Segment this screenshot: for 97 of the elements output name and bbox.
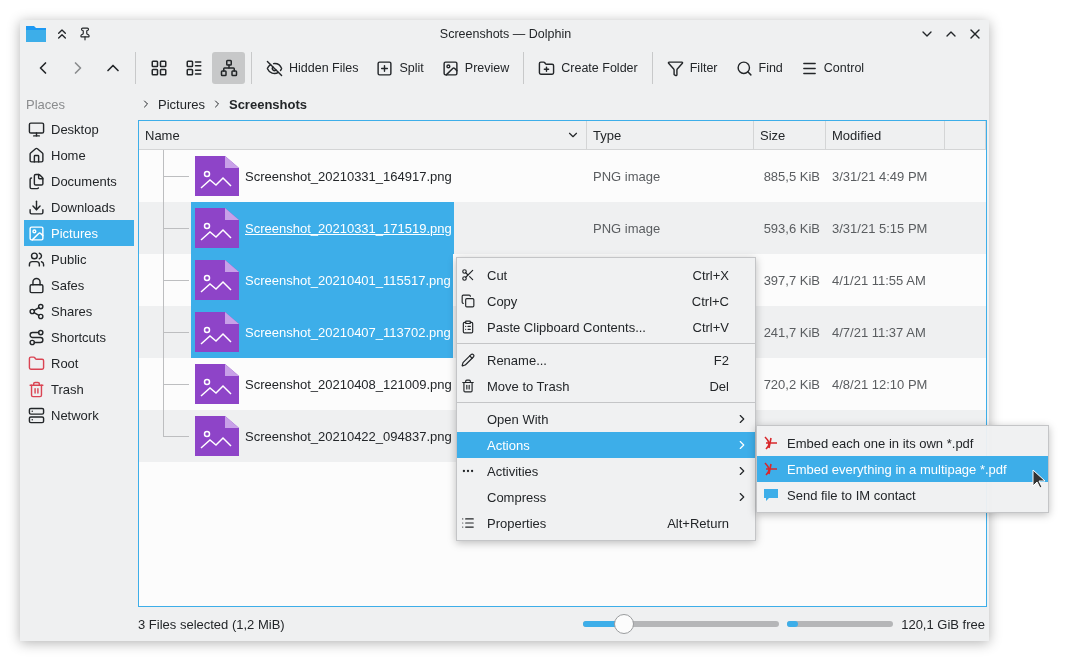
pin-button[interactable] [78, 27, 92, 41]
column-header[interactable]: Size [754, 121, 826, 149]
pdf-icon [763, 435, 779, 451]
menu-item-icon [461, 268, 475, 282]
image-icon [441, 59, 459, 77]
menu-item[interactable]: Open With [457, 406, 755, 432]
type-cell-text: PNG image [592, 167, 662, 186]
places-item[interactable]: Shortcuts [24, 324, 134, 350]
places-item[interactable]: Safes [24, 272, 134, 298]
pin-icon [78, 27, 92, 41]
modified-cell-text: 4/7/21 11:37 AM [831, 323, 927, 342]
monitor-icon [28, 120, 45, 138]
modified-cell-text: 3/31/21 5:15 PM [831, 219, 929, 238]
zoom-slider[interactable] [583, 614, 780, 634]
home-icon [28, 146, 45, 164]
network-icon [28, 406, 45, 424]
view-mode-icon [149, 59, 168, 77]
free-space-text: 120,1 GiB free [901, 616, 985, 632]
new-folder-icon [538, 59, 556, 77]
type-cell-text: PNG image [592, 219, 662, 238]
places-item[interactable]: Root [24, 350, 134, 376]
folder-icon [26, 26, 46, 42]
column-header[interactable]: Type [587, 121, 754, 149]
window-title: Screenshots — Dolphin [438, 27, 573, 41]
modified-cell-text: 4/8/21 12:10 PM [831, 375, 929, 394]
menu-item-icon [461, 294, 475, 308]
size-cell-text: 593,6 KiB [762, 219, 821, 238]
mouse-pointer-icon [1032, 469, 1046, 489]
file-name-item[interactable]: Screenshot_20210331_164917.png [191, 150, 454, 202]
size-cell-text: 397,7 KiB [762, 271, 821, 290]
share-icon [28, 302, 45, 320]
places-item[interactable]: Shares [24, 298, 134, 324]
places-item[interactable]: Network [24, 402, 134, 428]
split-pane-icon [376, 59, 394, 77]
file-name-item[interactable]: Screenshot_20210422_094837.png [191, 410, 454, 462]
size-cell-text: 885,5 KiB [762, 167, 821, 186]
size-cell-text: 720,2 KiB [762, 375, 821, 394]
filter-icon [666, 59, 684, 77]
view-mode-icon [184, 59, 203, 77]
menu-item[interactable]: Properties Alt+Return [457, 510, 755, 536]
menu-item[interactable]: Paste Clipboard Contents... Ctrl+V [457, 314, 755, 340]
image-file-icon [195, 260, 239, 300]
places-item[interactable]: Public [24, 246, 134, 272]
menu-item-icon [461, 516, 475, 530]
create-folder-button[interactable]: Create Folder [530, 52, 646, 84]
chat-icon [763, 487, 779, 503]
places-item[interactable]: Trash [24, 376, 134, 402]
places-heading: Places [25, 95, 67, 114]
menu-item-icon [461, 320, 475, 334]
menu-item-icon [461, 353, 475, 367]
documents-icon [28, 172, 45, 190]
breadcrumb-item[interactable]: Pictures [158, 96, 205, 112]
menu-item[interactable]: Cut Ctrl+X [457, 262, 755, 288]
image-file-icon [195, 156, 239, 196]
folder-icon [28, 354, 45, 372]
view-mode-icon [219, 59, 238, 77]
preview-button[interactable]: Preview [433, 52, 518, 84]
trash-icon [28, 380, 45, 398]
places-item[interactable]: Home [24, 142, 134, 168]
menu-item-icon [461, 379, 475, 393]
control-button[interactable]: Control [792, 52, 873, 84]
shortcut-icon [28, 328, 45, 346]
slider-handle[interactable] [614, 614, 635, 634]
breadcrumb-item[interactable]: Screenshots [228, 96, 307, 112]
users-icon [28, 250, 45, 268]
column-header[interactable]: Modified [826, 121, 945, 149]
search-icon [735, 59, 753, 77]
modified-cell-text: 3/31/21 4:49 PM [831, 167, 929, 186]
details-view-button[interactable] [212, 52, 245, 84]
modified-cell-text: 4/1/21 11:55 AM [831, 271, 927, 290]
hidden-files-button[interactable]: Hidden Files [258, 52, 367, 84]
status-text: 3 Files selected (1,2 MiB) [138, 616, 286, 632]
menu-item[interactable]: Compress [457, 484, 755, 510]
submenu-item[interactable]: Embed each one in its own *.pdf [757, 430, 1048, 456]
submenu-item[interactable]: Send file to IM contact [757, 482, 1048, 508]
places-item[interactable]: Downloads [24, 194, 134, 220]
image-file-icon [195, 208, 239, 248]
column-header[interactable]: Name [139, 121, 587, 149]
pdf-icon [763, 461, 779, 477]
split-button[interactable]: Split [368, 52, 432, 84]
image-file-icon [195, 364, 239, 404]
image-file-icon [195, 312, 239, 352]
places-item[interactable]: Documents [24, 168, 134, 194]
lock-icon [28, 276, 45, 294]
menu-item[interactable]: Move to Trash Del [457, 373, 755, 399]
filter-button[interactable]: Filter [658, 52, 726, 84]
menu-item[interactable]: Activities [457, 458, 755, 484]
size-cell-text: 241,7 KiB [762, 323, 821, 342]
download-icon [28, 198, 45, 216]
find-button[interactable]: Find [727, 52, 791, 84]
image-file-icon [195, 416, 239, 456]
menu-item[interactable]: Copy Ctrl+C [457, 288, 755, 314]
image-icon [28, 224, 45, 242]
menu-item[interactable]: Rename... F2 [457, 347, 755, 373]
file-name-item[interactable]: Screenshot_20210408_121009.png [191, 358, 454, 410]
places-item[interactable]: Desktop [24, 116, 134, 142]
eye-slash-icon [266, 59, 283, 77]
